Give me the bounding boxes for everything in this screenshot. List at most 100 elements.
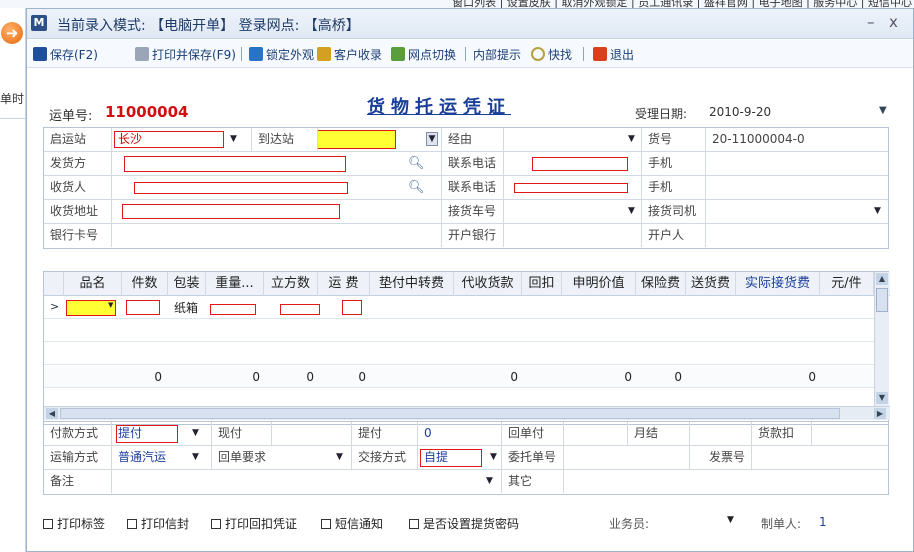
dest-field[interactable]: ▼ xyxy=(318,128,442,151)
col-header[interactable]: 垫付中转费 xyxy=(370,272,454,296)
cash-field[interactable] xyxy=(272,422,352,445)
pay-field[interactable]: 提付 ▼ xyxy=(112,422,212,445)
total-freight: 0 xyxy=(358,370,366,384)
mobile2-field[interactable] xyxy=(706,176,890,199)
other-field[interactable] xyxy=(564,470,890,493)
chevron-down-icon[interactable]: ▼ xyxy=(336,446,343,469)
scroll-thumb[interactable] xyxy=(876,288,888,312)
search-icon[interactable]: 🔍︎ xyxy=(408,176,425,199)
col-header[interactable]: 保险费 xyxy=(636,272,686,296)
chevron-down-icon[interactable]: ▼ xyxy=(108,301,113,309)
pickup-pay-value[interactable]: 0 xyxy=(418,422,502,445)
internal-tip-button[interactable]: 内部提示 xyxy=(473,46,521,62)
bank-field[interactable] xyxy=(504,224,642,247)
col-header[interactable]: 件数 xyxy=(122,272,168,296)
col-header[interactable]: 回扣 xyxy=(522,272,562,296)
goods-no-value[interactable]: 20-11000004-0 xyxy=(706,128,890,151)
date-value[interactable]: 2010-9-20 xyxy=(709,105,771,119)
close-button[interactable]: x xyxy=(889,13,898,31)
search-icon[interactable]: 🔍︎ xyxy=(408,152,425,175)
weight-cell[interactable] xyxy=(210,304,256,315)
toolbar-separator xyxy=(583,47,584,61)
col-header[interactable]: 立方数 xyxy=(264,272,318,296)
scroll-down-icon[interactable]: ▼ xyxy=(876,392,888,404)
chevron-down-icon[interactable]: ▼ xyxy=(879,105,887,116)
minimize-button[interactable]: – xyxy=(867,13,875,31)
search-icon xyxy=(531,47,545,61)
vertical-scrollbar[interactable]: ▲ ▼ xyxy=(874,272,889,406)
print-save-button[interactable]: 打印并保存(F9) xyxy=(135,46,236,62)
scroll-left-icon[interactable]: ◀ xyxy=(46,408,58,419)
invoice-field[interactable] xyxy=(752,446,890,469)
switch-outlet-button[interactable]: 网点切换 xyxy=(391,46,456,62)
arrow-right-icon[interactable]: ➜ xyxy=(1,22,23,44)
address-field[interactable] xyxy=(112,200,442,223)
col-header[interactable]: 品名 xyxy=(64,272,122,296)
remark-field[interactable]: ▼ xyxy=(112,470,502,493)
handover-field[interactable]: 自提 ▼ xyxy=(418,446,502,469)
col-header[interactable]: 送货费 xyxy=(686,272,736,296)
bank-card-field[interactable] xyxy=(112,224,442,247)
table-row[interactable] xyxy=(44,343,874,365)
lock-look-button[interactable]: 锁定外观 xyxy=(249,46,314,62)
truck-field[interactable]: ▼ xyxy=(504,200,642,223)
chevron-down-icon[interactable]: ▼ xyxy=(490,446,497,469)
return-pay-field[interactable] xyxy=(564,422,628,445)
col-header[interactable]: 重量... xyxy=(206,272,264,296)
print-return-checkbox[interactable]: 打印回扣凭证 xyxy=(211,515,297,532)
scroll-right-icon[interactable]: ▶ xyxy=(874,408,886,419)
col-header[interactable]: 申明价值 xyxy=(562,272,636,296)
chevron-down-icon[interactable]: ▼ xyxy=(230,128,237,151)
freight-cell[interactable] xyxy=(342,300,362,315)
shipper-field[interactable]: 🔍︎ xyxy=(112,152,442,175)
table-row[interactable] xyxy=(44,320,874,342)
pieces-cell[interactable] xyxy=(126,300,160,315)
customer-receipt-button[interactable]: 客户收录 xyxy=(317,46,382,62)
chevron-down-icon[interactable]: ▼ xyxy=(727,515,734,525)
col-header[interactable]: 元/件 xyxy=(820,272,874,296)
col-header[interactable]: 实际接货费 xyxy=(736,272,820,296)
scroll-thumb[interactable] xyxy=(60,408,840,419)
mobile1-field[interactable] xyxy=(706,152,890,175)
sms-checkbox[interactable]: 短信通知 xyxy=(321,515,383,532)
internal-tip-label: 内部提示 xyxy=(473,47,522,62)
chevron-down-icon[interactable]: ▼ xyxy=(874,200,881,223)
col-header[interactable]: 运 费 xyxy=(318,272,370,296)
volume-cell[interactable] xyxy=(280,304,320,315)
chevron-down-icon[interactable]: ▼ xyxy=(628,200,635,223)
chevron-down-icon[interactable]: ▼ xyxy=(628,128,635,151)
return-req-field[interactable]: 回单要求 ▼ xyxy=(212,446,352,469)
chevron-down-icon[interactable]: ▼ xyxy=(192,446,199,469)
print-label-text: 打印标签 xyxy=(57,517,106,531)
exit-button[interactable]: 退出 xyxy=(593,46,634,62)
monthly-field[interactable] xyxy=(690,422,752,445)
driver-field[interactable]: ▼ xyxy=(706,200,890,223)
phone1-field[interactable] xyxy=(504,152,642,175)
loan-deduct-field[interactable] xyxy=(812,422,890,445)
consignee-field[interactable]: 🔍︎ xyxy=(112,176,442,199)
pickup-pwd-checkbox[interactable]: 是否设置提货密码 xyxy=(409,515,519,532)
save-button[interactable]: 保存(F2) xyxy=(33,46,98,62)
holder-field[interactable] xyxy=(706,224,890,247)
transport-field[interactable]: 普通汽运 ▼ xyxy=(112,446,212,469)
grid-row-address: 收货地址 接货车号 ▼ 接货司机 ▼ xyxy=(44,200,888,224)
phone2-field[interactable] xyxy=(504,176,642,199)
printer-icon xyxy=(135,47,149,61)
horizontal-scrollbar[interactable]: ◀ ▶ xyxy=(44,406,890,420)
quick-find-button[interactable]: 快找 xyxy=(531,46,572,62)
consign-no-field[interactable] xyxy=(564,446,690,469)
print-letter-checkbox[interactable]: 打印信封 xyxy=(127,515,189,532)
col-header[interactable]: 代收货款 xyxy=(454,272,522,296)
table-row[interactable]: > ▼ 纸箱 xyxy=(44,297,874,319)
print-label-checkbox[interactable]: 打印标签 xyxy=(43,515,105,532)
origin-field[interactable]: 长沙 ▼ xyxy=(112,128,252,151)
col-header[interactable]: 包装 xyxy=(168,272,206,296)
chevron-down-icon[interactable]: ▼ xyxy=(192,422,199,445)
chevron-down-icon[interactable]: ▼ xyxy=(426,132,438,146)
via-field[interactable]: ▼ xyxy=(504,128,642,151)
top-menu-links[interactable]: 窗口列表 | 设置皮肤 | 取消外观锁定 | 员工通讯录 | 盛祥官网 | 电子… xyxy=(452,0,912,8)
mobile2-label: 手机 xyxy=(642,176,706,199)
scroll-up-icon[interactable]: ▲ xyxy=(876,273,888,285)
package-cell[interactable]: 纸箱 xyxy=(174,299,198,316)
chevron-down-icon[interactable]: ▼ xyxy=(486,470,493,493)
